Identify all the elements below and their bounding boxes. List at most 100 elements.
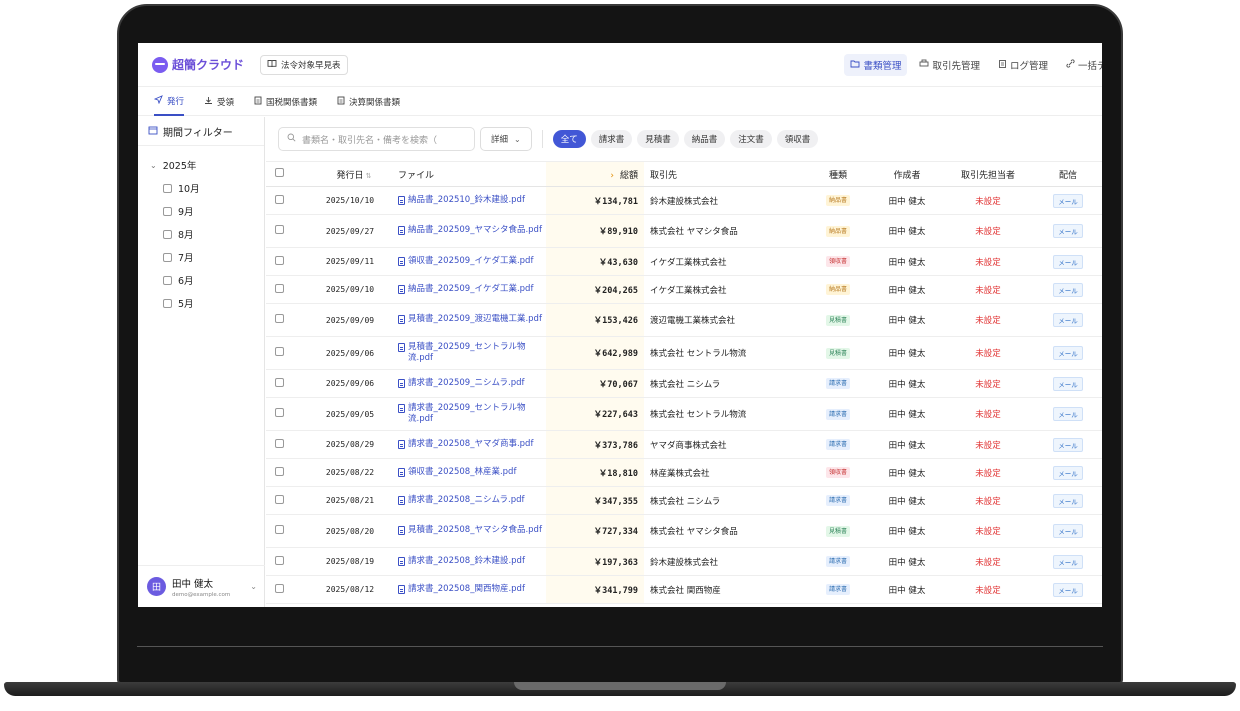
file-link[interactable]: 納品書_202509_ヤマシタ食品.pdf bbox=[408, 225, 542, 237]
file-link[interactable]: 領収書_202509_イケダ工業.pdf bbox=[408, 256, 533, 268]
type-chip[interactable]: 納品書 bbox=[683, 130, 726, 148]
month-checkbox[interactable] bbox=[163, 252, 172, 262]
table-row[interactable]: 2025/08/22 領収書_202508_林産業.pdf ￥18,810 林産業株式… bbox=[266, 458, 1102, 487]
printer-icon bbox=[919, 59, 929, 71]
client-name: 株式会社 セントラル物流 bbox=[644, 336, 804, 370]
creator: 田中 健太 bbox=[872, 430, 942, 459]
row-checkbox[interactable] bbox=[274, 408, 284, 417]
issue-date: 2025/09/10 bbox=[292, 275, 396, 304]
app-logo[interactable]: 超簡クラウド bbox=[152, 56, 244, 73]
table-row[interactable]: 2025/08/29 請求書_202508_ヤマダ商事.pdf ￥373,786 ヤマ… bbox=[266, 430, 1102, 459]
month-checkbox[interactable] bbox=[163, 183, 172, 193]
file-cell: 見積書_202508_ヤマシタ食品.pdf bbox=[396, 514, 546, 548]
type-chip[interactable]: 全て bbox=[552, 130, 586, 148]
table-row[interactable]: 2025/09/27 納品書_202509_ヤマシタ食品.pdf ￥89,910 株式… bbox=[266, 214, 1102, 248]
month-filter-item[interactable]: 10月 bbox=[138, 181, 264, 195]
row-checkbox[interactable] bbox=[274, 466, 284, 476]
client-name: イケダ工業株式会社 bbox=[644, 247, 804, 276]
file-link[interactable]: 請求書_202508_ヤマダ商事.pdf bbox=[408, 439, 533, 451]
header-creator: 作成者 bbox=[872, 161, 942, 187]
row-checkbox[interactable] bbox=[274, 555, 284, 565]
file-link[interactable]: 見積書_202509_渡辺電機工業.pdf bbox=[408, 314, 542, 326]
row-checkbox[interactable] bbox=[274, 525, 284, 534]
file-link[interactable]: 納品書_202509_イケダ工業.pdf bbox=[408, 284, 533, 296]
laptop-notch bbox=[514, 682, 726, 690]
tab-label: 発行 bbox=[167, 96, 185, 107]
nav-log-management[interactable]: ログ管理 bbox=[992, 54, 1054, 76]
search-input[interactable]: 書類名・取引先名・備考を検索（ bbox=[278, 127, 475, 151]
file-link[interactable]: 請求書_202508_関西物産.pdf bbox=[408, 584, 525, 596]
table-row[interactable]: 2025/09/11 領収書_202509_イケダ工業.pdf ￥43,630 イケダ… bbox=[266, 247, 1102, 276]
delivery-cell: メール bbox=[1034, 214, 1102, 248]
tab-settlement-documents[interactable]: 決算関係書類 bbox=[337, 88, 400, 116]
month-filter-item[interactable]: 8月 bbox=[138, 227, 264, 241]
issue-date: 2025/08/29 bbox=[292, 430, 396, 459]
type-badge: 納品書 bbox=[825, 284, 850, 295]
law-reference-button[interactable]: 法令対象早見表 bbox=[260, 54, 348, 75]
table-row[interactable]: 2025/09/06 見積書_202509_セントラル物流.pdf ￥642,989… bbox=[266, 336, 1102, 370]
file-link[interactable]: 領収書_202508_林産業.pdf bbox=[408, 467, 516, 479]
month-filter-item[interactable]: 7月 bbox=[138, 250, 264, 264]
file-link[interactable]: 請求書_202509_セントラル物流.pdf bbox=[408, 403, 546, 426]
type-chip[interactable]: 領収書 bbox=[776, 130, 819, 148]
client-name: ヤマダ商事株式会社 bbox=[644, 430, 804, 459]
client-name: イケダ工業株式会社 bbox=[644, 275, 804, 304]
row-checkbox[interactable] bbox=[274, 283, 284, 293]
table-row[interactable]: 2025/08/12 請求書_202508_関西物産.pdf ￥341,799 株式会… bbox=[266, 575, 1102, 604]
row-checkbox[interactable] bbox=[274, 377, 284, 387]
search-placeholder: 書類名・取引先名・備考を検索（ bbox=[302, 135, 438, 146]
row-checkbox[interactable] bbox=[274, 225, 284, 234]
file-link[interactable]: 請求書_202508_ニシムラ.pdf bbox=[408, 495, 525, 507]
table-row[interactable]: 2025/10/10 納品書_202510_鈴木建設.pdf ￥134,781 鈴木建… bbox=[266, 186, 1102, 215]
tab-national-tax-documents[interactable]: 国税関係書類 bbox=[254, 88, 317, 116]
month-filter-item[interactable]: 5月 bbox=[138, 296, 264, 310]
header-issue-date[interactable]: 発行日 ⇅ bbox=[292, 161, 396, 187]
tab-issued[interactable]: 発行 bbox=[153, 88, 185, 116]
row-checkbox[interactable] bbox=[274, 314, 284, 323]
client-contact: 未設定 bbox=[942, 486, 1034, 515]
tab-label: 国税関係書類 bbox=[266, 97, 318, 108]
month-checkbox[interactable] bbox=[163, 298, 172, 308]
row-checkbox[interactable] bbox=[274, 583, 284, 593]
month-filter-item[interactable]: 9月 bbox=[138, 204, 264, 218]
tab-received[interactable]: 受領 bbox=[204, 88, 234, 116]
month-checkbox[interactable] bbox=[163, 206, 172, 216]
amount: ￥153,426 bbox=[546, 303, 644, 337]
table-row[interactable]: 2025/08/21 請求書_202508_ニシムラ.pdf ￥347,355 株式会… bbox=[266, 486, 1102, 515]
file-link[interactable]: 請求書_202509_ニシムラ.pdf bbox=[408, 378, 525, 390]
amount: ￥70,067 bbox=[546, 369, 644, 398]
row-checkbox[interactable] bbox=[274, 347, 284, 356]
table-row[interactable]: 2025/09/05 請求書_202509_セントラル物流.pdf ￥227,643… bbox=[266, 397, 1102, 431]
issue-date: 2025/08/21 bbox=[292, 486, 396, 515]
table-row[interactable]: 2025/08/19 請求書_202508_鈴木建設.pdf ￥197,363 鈴木建… bbox=[266, 547, 1102, 576]
row-checkbox[interactable] bbox=[274, 194, 284, 204]
main-nav: 書類管理 取引先管理 ログ管理 一括デー bbox=[844, 53, 1102, 76]
month-checkbox[interactable] bbox=[163, 229, 172, 239]
file-link[interactable]: 見積書_202509_セントラル物流.pdf bbox=[408, 342, 546, 365]
type-chip[interactable]: 注文書 bbox=[730, 130, 772, 148]
file-link[interactable]: 請求書_202508_鈴木建設.pdf bbox=[408, 556, 525, 568]
year-group-2025[interactable]: ⌄ 2025年 bbox=[138, 158, 264, 173]
select-all-checkbox[interactable] bbox=[274, 168, 284, 177]
nav-document-management[interactable]: 書類管理 bbox=[844, 53, 908, 76]
file-link[interactable]: 見積書_202508_ヤマシタ食品.pdf bbox=[408, 525, 542, 537]
table-row[interactable]: 2025/08/20 見積書_202508_ヤマシタ食品.pdf ￥727,334 株… bbox=[266, 514, 1102, 548]
detail-filter-button[interactable]: 詳細 ⌄ bbox=[480, 127, 532, 151]
row-checkbox[interactable] bbox=[274, 255, 284, 265]
header-amount[interactable]: › 総額 bbox=[546, 161, 644, 187]
type-chip[interactable]: 見積書 bbox=[637, 130, 679, 148]
file-link[interactable]: 納品書_202510_鈴木建設.pdf bbox=[408, 195, 525, 207]
row-checkbox[interactable] bbox=[274, 438, 284, 448]
type-chip[interactable]: 請求書 bbox=[590, 130, 633, 148]
nav-client-management[interactable]: 取引先管理 bbox=[913, 54, 986, 76]
amount: ￥18,810 bbox=[546, 458, 644, 487]
row-checkbox[interactable] bbox=[274, 494, 284, 504]
table-row[interactable]: 2025/09/09 見積書_202509_渡辺電機工業.pdf ￥153,426 渡… bbox=[266, 303, 1102, 337]
month-checkbox[interactable] bbox=[163, 275, 172, 285]
month-filter-item[interactable]: 6月 bbox=[138, 273, 264, 287]
user-menu[interactable]: 田 田中 健太 demo@example.com ⌄ bbox=[138, 565, 265, 607]
nav-bulk-data[interactable]: 一括デー bbox=[1060, 54, 1102, 76]
table-row[interactable]: 2025/09/06 請求書_202509_ニシムラ.pdf ￥70,067 株式会社… bbox=[266, 369, 1102, 398]
chevron-down-icon: ⌄ bbox=[250, 582, 257, 591]
table-row[interactable]: 2025/09/10 納品書_202509_イケダ工業.pdf ￥204,265 イケ… bbox=[266, 275, 1102, 304]
